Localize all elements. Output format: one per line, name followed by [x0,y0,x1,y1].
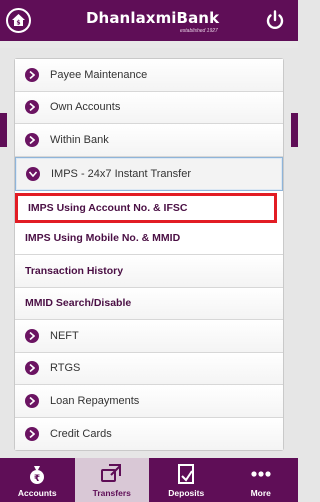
menu-item-label: RTGS [50,362,81,375]
menu-item-label: Payee Maintenance [50,68,148,81]
menu-item-loan-repayments[interactable]: Loan Repayments [15,385,283,418]
right-edge-bar [291,113,298,147]
chevron-right-icon [25,426,39,441]
home-button[interactable]: $ [6,8,31,33]
menu-item-credit-cards[interactable]: Credit Cards [15,417,283,450]
menu-item-label: Within Bank [50,133,109,146]
menu-item-within-bank[interactable]: Within Bank [15,124,283,157]
transfer-icon [100,464,121,482]
submenu-label: IMPS Using Account No. & IFSC [28,201,188,214]
submenu-label: IMPS Using Mobile No. & MMID [25,232,181,245]
tab-transfers[interactable]: Transfers [74,458,149,502]
tab-label: Accounts [17,488,57,498]
power-icon[interactable] [264,9,286,31]
menu-item-rtgs[interactable]: RTGS [15,352,283,385]
menu-item-payee-maintenance[interactable]: Payee Maintenance [15,59,283,92]
menu-item-mmid-search[interactable]: MMID Search/Disable [15,287,283,320]
menu-item-label: Loan Repayments [50,394,140,407]
menu-item-label: NEFT [50,329,79,342]
home-icon: $ [12,14,25,27]
transfers-menu: Payee Maintenance Own Accounts Within Ba… [14,58,284,451]
menu-item-transaction-history[interactable]: Transaction History [15,255,283,288]
money-bag-icon: ₹ [30,466,45,484]
deposit-icon [178,464,195,484]
chevron-right-icon [25,328,39,343]
chevron-right-icon [25,100,39,115]
left-edge-bar [0,113,7,147]
submenu-imps-account-ifsc[interactable]: IMPS Using Account No. & IFSC [15,192,277,223]
submenu-imps-mobile-mmid[interactable]: IMPS Using Mobile No. & MMID [15,222,283,255]
menu-item-imps[interactable]: IMPS - 24x7 Instant Transfer [15,156,283,191]
menu-item-label: MMID Search/Disable [25,297,132,310]
menu-item-neft[interactable]: NEFT [15,320,283,353]
svg-text:$: $ [16,20,20,27]
tab-accounts[interactable]: ₹ Accounts [0,458,75,502]
svg-text:₹: ₹ [34,474,40,484]
tab-label: Transfers [92,488,131,498]
menu-item-label: IMPS - 24x7 Instant Transfer [51,167,192,180]
menu-item-label: Own Accounts [50,101,121,114]
menu-item-label: Transaction History [25,264,124,277]
menu-item-own-accounts[interactable]: Own Accounts [15,91,283,124]
tab-label: Deposits [168,488,205,498]
header-divider [0,41,298,48]
tab-more[interactable]: More [224,458,299,502]
chevron-right-icon [25,361,39,376]
chevron-down-icon [26,166,40,181]
chevron-right-icon [25,67,39,82]
brand-tagline: established 1927 [180,28,218,34]
tab-label: More [250,488,271,498]
menu-item-label: Credit Cards [50,427,112,440]
chevron-right-icon [25,132,39,147]
top-bar: $ DhanlaxmiBank established 1927 [0,0,298,41]
brand-name: DhanlaxmiBank [86,9,220,27]
chevron-right-icon [25,393,39,408]
tab-deposits[interactable]: Deposits [149,458,224,502]
bottom-nav: ₹ Accounts Transfers Deposits More [0,458,298,502]
more-dots-icon [251,471,271,477]
